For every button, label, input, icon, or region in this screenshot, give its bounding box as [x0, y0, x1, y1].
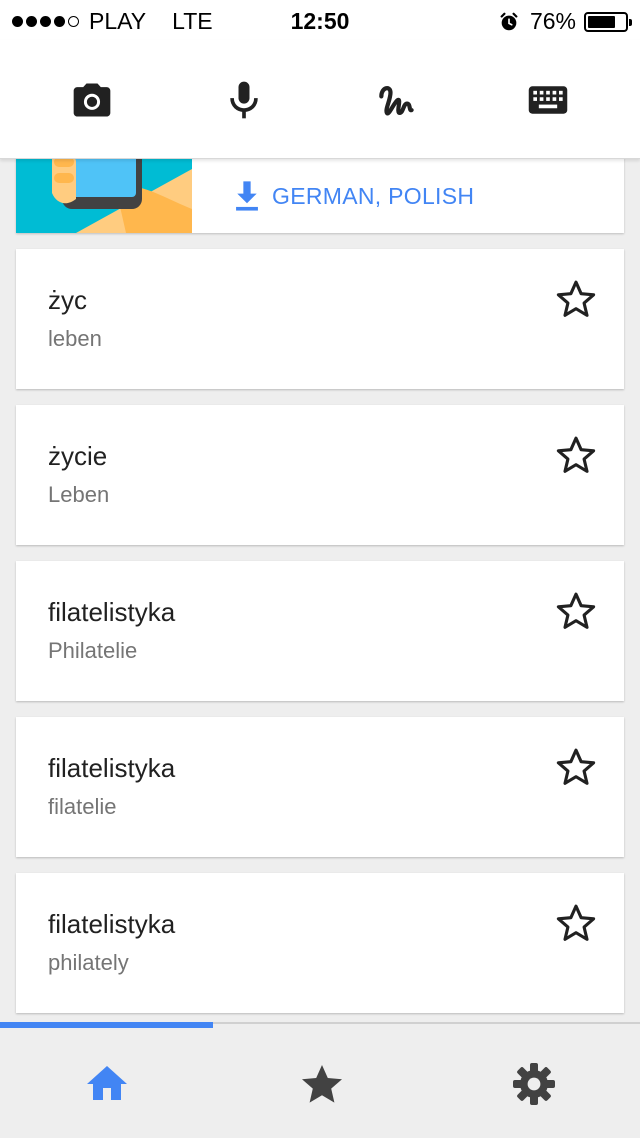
download-languages-link[interactable]: GERMAN, POLISH [232, 179, 474, 213]
battery-fill [588, 15, 616, 28]
bottom-navigation [0, 1022, 640, 1138]
download-languages-label: GERMAN, POLISH [272, 182, 475, 209]
gear-icon [513, 1063, 555, 1105]
camera-button[interactable] [68, 76, 116, 124]
alarm-clock-icon [500, 12, 518, 30]
nav-settings-button[interactable] [510, 1060, 558, 1108]
phrase-translation-text: filatelie [48, 794, 117, 819]
input-toolbar [0, 40, 640, 159]
download-icon [236, 181, 258, 211]
nav-phrasebook-button[interactable] [298, 1060, 346, 1108]
offline-translate-illustration [16, 159, 192, 233]
star-outline-icon[interactable] [554, 433, 598, 477]
keyboard-button[interactable] [524, 76, 572, 124]
status-right: 76% [498, 8, 632, 35]
nav-home-button[interactable] [83, 1060, 131, 1108]
star-outline-icon[interactable] [554, 745, 598, 789]
microphone-icon [230, 81, 258, 119]
battery-percent: 76% [529, 8, 576, 34]
phrase-card[interactable]: filatelistyka filatelie [16, 717, 624, 857]
phrase-source-text: życ [48, 285, 87, 315]
home-icon [87, 1066, 127, 1100]
phrase-source-text: filatelistyka [48, 753, 176, 783]
phrase-translation-text: Leben [48, 482, 110, 507]
content-area: GERMAN, POLISH życ leben życie Leben filatel… [0, 159, 640, 1022]
star-icon [302, 1065, 342, 1103]
star-outline-icon[interactable] [554, 589, 598, 633]
offline-download-card: GERMAN, POLISH [16, 159, 624, 233]
phrase-card[interactable]: życie Leben [16, 405, 624, 545]
phrase-card[interactable]: życ leben [16, 249, 624, 389]
star-outline-icon[interactable] [554, 277, 598, 321]
voice-input-button[interactable] [220, 76, 268, 124]
phrase-source-text: życie [48, 441, 108, 471]
phrase-source-text: filatelistyka [48, 597, 176, 627]
handwriting-icon [379, 86, 414, 116]
battery-icon [584, 11, 632, 32]
active-tab-indicator [0, 1022, 213, 1028]
phrase-translation-text: philately [48, 950, 129, 975]
phrase-card[interactable]: filatelistyka philately [16, 873, 624, 1013]
phrase-card[interactable]: filatelistyka Philatelie [16, 561, 624, 701]
status-bar: PLAY LTE 12:50 76% [0, 0, 640, 40]
camera-icon [73, 83, 111, 117]
keyboard-icon [528, 86, 568, 114]
phrase-translation-text: Philatelie [48, 638, 138, 663]
handwriting-button[interactable] [372, 76, 420, 124]
phrase-source-text: filatelistyka [48, 909, 176, 939]
star-outline-icon[interactable] [554, 901, 598, 945]
phrase-translation-text: leben [48, 326, 102, 351]
